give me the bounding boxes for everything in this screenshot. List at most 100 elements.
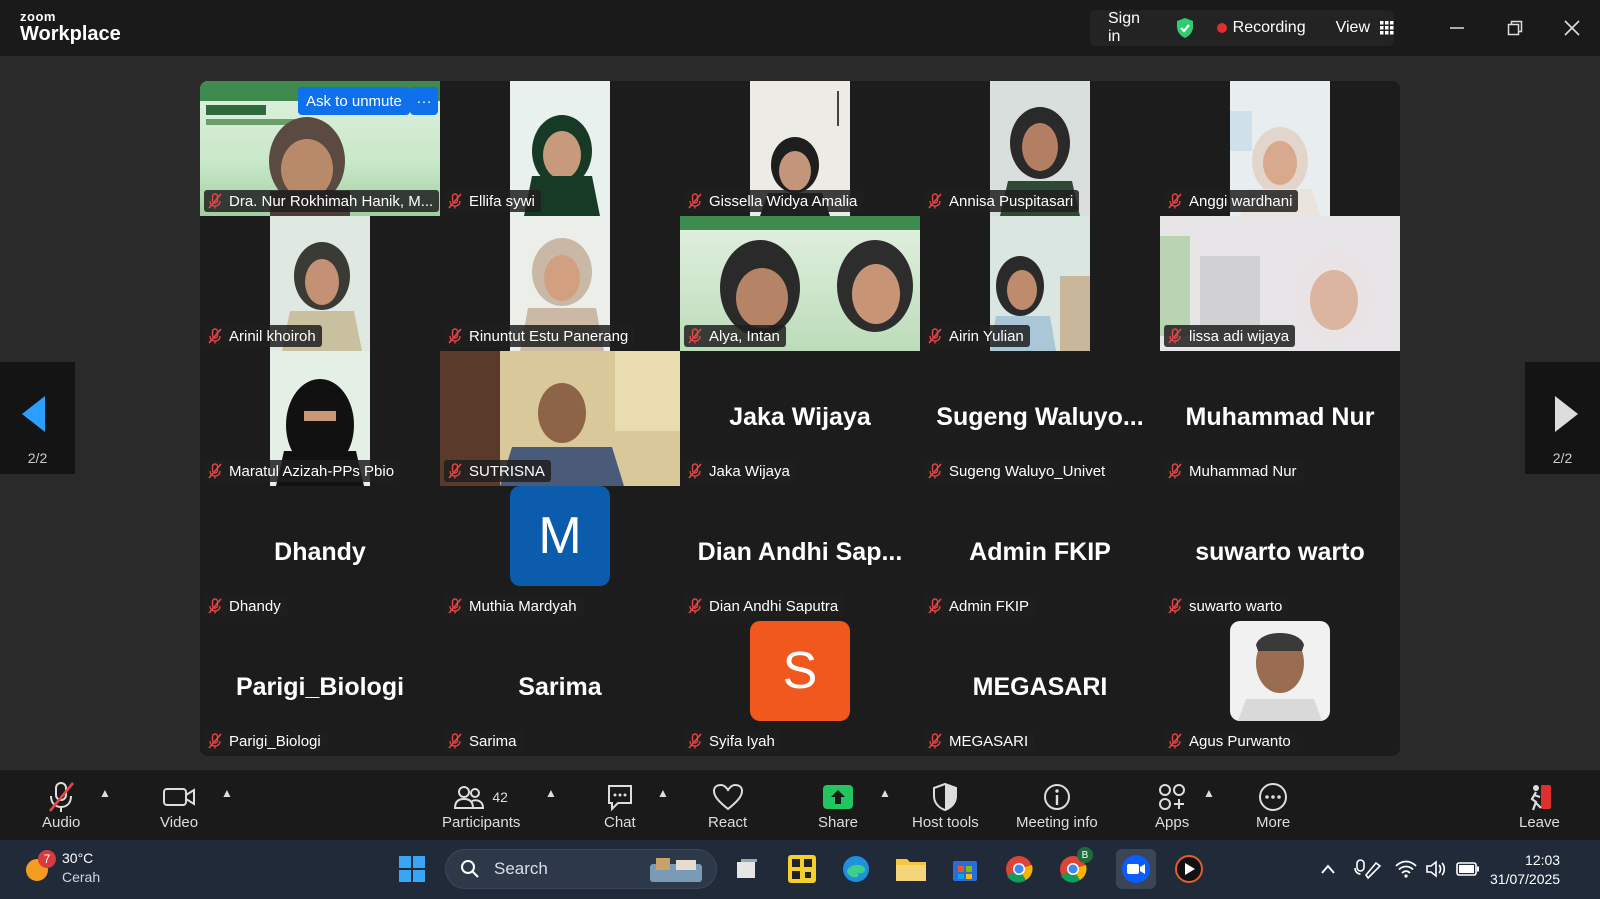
participant-tile[interactable]: S Syifa Iyah (680, 621, 920, 756)
apps-options-chevron-icon[interactable]: ▲ (1203, 786, 1215, 800)
restore-icon (1507, 20, 1523, 36)
audio-options-chevron-icon[interactable]: ▲ (99, 786, 111, 800)
minimize-button[interactable] (1443, 14, 1471, 42)
mic-muted-icon (1168, 328, 1182, 344)
participant-tile[interactable]: Parigi_Biologi Parigi_Biologi (200, 621, 440, 756)
video-button[interactable]: Video (160, 780, 198, 831)
participant-display-name: Dian Andhi Sap... (697, 538, 903, 566)
share-options-chevron-icon[interactable]: ▲ (879, 786, 891, 800)
minimize-icon (1450, 27, 1464, 29)
mic-muted-icon (688, 463, 702, 479)
mic-muted-icon (688, 193, 702, 209)
participant-tile[interactable]: Agus Purwanto (1160, 621, 1400, 756)
participant-tile[interactable]: Jaka Wijaya Jaka Wijaya (680, 351, 920, 486)
participant-display-name: Parigi_Biologi (235, 673, 405, 701)
zoom-taskbar-icon[interactable] (1116, 849, 1156, 889)
host-tools-label: Host tools (912, 814, 979, 831)
participant-tile[interactable]: Sugeng Waluyo... Sugeng Waluyo_Univet (920, 351, 1160, 486)
react-button[interactable]: React (708, 780, 747, 831)
participants-options-chevron-icon[interactable]: ▲ (545, 786, 557, 800)
tile-more-options-button[interactable]: ··· (410, 87, 438, 115)
mic-muted-icon (208, 328, 222, 344)
heart-icon (712, 783, 743, 811)
participant-tile[interactable]: Airin Yulian (920, 216, 1160, 351)
participant-name: Rinuntut Estu Panerang (469, 327, 629, 345)
weather-alert-badge: 7 (38, 850, 56, 868)
store-icon[interactable] (947, 851, 983, 887)
task-view-icon[interactable] (729, 851, 765, 887)
sign-in-link[interactable]: Sign in (1108, 10, 1149, 46)
participant-tile[interactable]: Dhandy Dhandy (200, 486, 440, 621)
qr-app-icon[interactable] (784, 851, 820, 887)
mic-muted-icon (448, 733, 462, 749)
participant-tile[interactable]: MEGASARI MEGASARI (920, 621, 1160, 756)
weather-widget[interactable]: 7 30°C Cerah (22, 849, 100, 887)
participant-tile[interactable]: Arinil khoiroh (200, 216, 440, 351)
participant-tile[interactable]: M Muthia Mardyah (440, 486, 680, 621)
restore-button[interactable] (1501, 14, 1529, 42)
participant-tile[interactable]: suwarto warto suwarto warto (1160, 486, 1400, 621)
chrome-icon[interactable] (1001, 851, 1037, 887)
more-button[interactable]: More (1256, 780, 1290, 831)
participant-tile[interactable]: Alya, Intan (680, 216, 920, 351)
mic-muted-icon (928, 328, 942, 344)
start-button[interactable] (394, 851, 430, 887)
shield-icon[interactable] (1175, 17, 1195, 39)
recording-indicator[interactable]: Recording (1216, 19, 1306, 37)
mic-muted-icon (448, 598, 462, 614)
participant-tile[interactable]: Rinuntut Estu Panerang (440, 216, 680, 351)
chat-icon (607, 785, 632, 812)
file-explorer-icon[interactable] (893, 851, 929, 887)
video-options-chevron-icon[interactable]: ▲ (221, 786, 233, 800)
participant-tile[interactable]: Ellifa sywi (440, 81, 680, 216)
mic-muted-icon (688, 328, 702, 344)
edge-browser-icon[interactable] (838, 851, 874, 887)
meeting-info-button[interactable]: Meeting info (1016, 780, 1098, 831)
participants-button[interactable]: 42 Participants (442, 780, 520, 831)
participant-tile[interactable]: SUTRISNA (440, 351, 680, 486)
participant-tile[interactable]: Muhammad Nur Muhammad Nur (1160, 351, 1400, 486)
view-button[interactable]: View (1336, 19, 1394, 37)
audio-button[interactable]: Audio (42, 780, 80, 831)
participant-nameplate: Sarima (444, 730, 523, 752)
share-button[interactable]: Share (818, 780, 858, 831)
media-player-icon[interactable] (1171, 851, 1207, 887)
chrome-profile-icon[interactable]: B (1055, 847, 1093, 887)
info-icon (1043, 784, 1070, 810)
close-button[interactable] (1558, 14, 1586, 42)
participant-nameplate: Sugeng Waluyo_Univet (924, 460, 1112, 482)
show-hidden-icons-chevron-icon[interactable] (1310, 851, 1346, 887)
meeting-toolbar: Audio ▲ Video ▲ 42 Participants ▲ Chat ▲… (0, 770, 1600, 840)
system-clock[interactable]: 12:03 31/07/2025 (1490, 851, 1560, 889)
share-label: Share (818, 814, 859, 831)
participant-tile[interactable]: Admin FKIP Admin FKIP (920, 486, 1160, 621)
participant-tile[interactable]: Sarima Sarima (440, 621, 680, 756)
participant-tile[interactable]: Gissella Widya Amalia (680, 81, 920, 216)
mic-muted-icon (928, 463, 942, 479)
taskbar-search-box[interactable]: Search (445, 849, 717, 889)
battery-icon[interactable] (1450, 851, 1486, 887)
react-label: React (708, 814, 748, 831)
mic-muted-icon (928, 193, 942, 209)
mic-muted-icon (928, 598, 942, 614)
apps-icon (1159, 784, 1186, 810)
participant-tile[interactable]: Anggi wardhani (1160, 81, 1400, 216)
participant-avatar: M (510, 486, 610, 586)
mic-muted-icon (688, 733, 702, 749)
apps-button[interactable]: Apps (1155, 780, 1189, 831)
participant-tile[interactable]: lissa adi wijaya (1160, 216, 1400, 351)
participant-tile[interactable]: Annisa Puspitasari (920, 81, 1160, 216)
participant-tile[interactable]: Maratul Azizah-PPs Pbio (200, 351, 440, 486)
ask-to-unmute-button[interactable]: Ask to unmute (298, 87, 410, 115)
previous-page-button[interactable]: 2/2 (0, 362, 75, 474)
recording-dot-icon (1216, 23, 1227, 33)
participant-tile[interactable]: Dian Andhi Sap... Dian Andhi Saputra (680, 486, 920, 621)
chat-options-chevron-icon[interactable]: ▲ (657, 786, 669, 800)
next-page-button[interactable]: 2/2 (1525, 362, 1600, 474)
chat-button[interactable]: Chat (604, 780, 636, 831)
leave-button[interactable]: Leave (1519, 780, 1560, 831)
more-label: More (1256, 814, 1291, 831)
host-tools-button[interactable]: Host tools (912, 780, 979, 831)
ime-pen-icon[interactable] (1350, 851, 1386, 887)
volume-icon[interactable] (1418, 851, 1454, 887)
